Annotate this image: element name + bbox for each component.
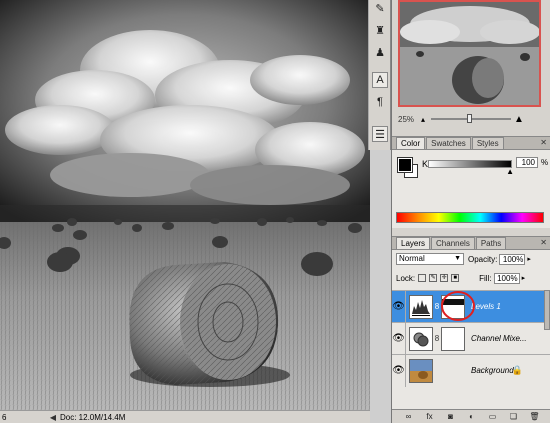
red-highlight-circle [441,291,475,321]
channel-mixer-graphic [410,327,432,350]
k-value-field[interactable]: 100 [516,157,538,168]
history-brush-icon[interactable]: ♟ [372,44,388,60]
layer-name[interactable]: Background [471,366,514,375]
chevron-down-icon: ▼ [454,255,461,262]
lock-icon: 🔒 [511,365,523,375]
status-bar: 6 ◀ Doc: 12.0M/14.4M [0,410,370,423]
layers-panel-tabs: Layers Channels Paths ✕ [392,236,550,250]
navigator-thumbnail[interactable] [398,0,541,107]
tool-strip: ✎ ♜ ♟ A ¶ ☰ [368,0,391,150]
k-unit: % [541,158,549,167]
tab-layers[interactable]: Layers [396,237,431,249]
tab-styles[interactable]: Styles [471,137,504,149]
layers-panel: Normal ▼ Opacity: 100% ▸ Lock: ✎ ✛ ■ Fil… [392,250,550,423]
slider-triangle-icon[interactable]: ▲ [506,167,514,176]
background-thumb-graphic [410,359,432,382]
doc-size: Doc: 12.0M/14.4M [60,412,126,422]
lock-pixels-icon[interactable]: ✎ [429,274,438,282]
lock-label: Lock: [396,273,416,283]
background-thumbnail [409,358,433,383]
zoom-readout[interactable]: 6 [0,413,14,422]
tab-color[interactable]: Color [396,137,426,149]
layer-style-icon[interactable]: fx [423,412,437,421]
navigator-bar: 25% ▴ ▲ [392,112,550,126]
layer-name[interactable]: Channel Mixe... [471,334,527,343]
fill-dropdown-icon[interactable]: ▸ [522,274,526,282]
foreground-color-swatch[interactable] [397,157,413,173]
paragraph-icon[interactable]: ¶ [372,94,388,110]
fill-label: Fill: [479,273,492,283]
color-panel-tabs: Color Swatches Styles ✕ [392,136,550,150]
new-layer-icon[interactable]: ❏ [507,412,521,421]
right-panel-dock: 25% ▴ ▲ Color Swatches Styles ✕ K ▲ 100 … [391,0,550,423]
layers-panel-menu-icon[interactable]: ✕ [540,238,547,247]
visibility-eye-icon[interactable]: 👁 [392,322,406,355]
fill-field[interactable]: 100% [493,272,520,284]
type-tool-icon[interactable]: A [372,72,388,88]
brush-icon[interactable]: ✎ [372,0,388,16]
opacity-dropdown-icon[interactable]: ▸ [527,255,531,263]
lock-all-icon[interactable]: ■ [451,274,460,282]
k-slider[interactable]: ▲ [428,160,514,176]
color-spectrum-bar[interactable] [396,212,544,223]
zoom-in-icon[interactable]: ▲ [514,114,524,125]
opacity-label: Opacity: [468,254,498,264]
document-canvas[interactable] [0,0,370,410]
blend-opacity-row: Normal ▼ Opacity: 100% ▸ [392,252,550,266]
zoom-slider[interactable] [431,114,511,123]
layer-row-background[interactable]: 👁 Background 🔒 [392,354,550,387]
opacity-field[interactable]: 100% [499,253,526,265]
tab-paths[interactable]: Paths [475,237,507,249]
add-mask-icon[interactable]: ◙ [444,412,458,421]
navigator-zoom[interactable]: 25% [392,115,418,124]
levels-adjustment-icon [409,294,433,319]
tab-swatches[interactable]: Swatches [426,137,471,149]
hay-bale-photo [0,0,370,410]
zoom-slider-knob[interactable] [467,114,472,123]
tab-channels[interactable]: Channels [431,237,475,249]
delete-layer-icon[interactable]: 🗑 [528,412,542,421]
zoom-out-icon[interactable]: ▴ [418,115,428,124]
adjustment-layer-icon[interactable]: ◐ [465,412,479,421]
blend-mode-value: Normal [399,254,425,263]
layer-row-channel-mixer[interactable]: 👁 8 Channel Mixe... [392,322,550,355]
new-group-icon[interactable]: ▭ [486,412,500,421]
link-chain-icon[interactable]: 8 [433,334,441,343]
visibility-eye-icon[interactable]: 👁 [392,290,406,323]
status-arrow-icon[interactable]: ◀ [14,413,60,422]
stamp-icon[interactable]: ♜ [372,22,388,38]
layer-mask-thumbnail[interactable] [441,326,465,351]
layers-scrollbar[interactable] [544,290,550,330]
lock-position-icon[interactable]: ✛ [440,274,449,282]
navigator-preview [400,2,539,105]
layers-bottom-bar: ∞ fx ◙ ◐ ▭ ❏ 🗑 [392,409,550,423]
notes-icon[interactable]: ☰ [372,126,388,142]
color-panel: K ▲ 100 % [392,150,550,228]
link-layers-icon[interactable]: ∞ [402,412,416,421]
channel-mixer-adjustment-icon [409,326,433,351]
layer-row-levels[interactable]: 👁 8 Levels 1 [392,290,550,323]
panel-menu-icon[interactable]: ✕ [540,138,547,147]
lock-fill-row: Lock: ✎ ✛ ■ Fill: 100% ▸ [392,271,550,285]
visibility-eye-icon[interactable]: 👁 [392,354,406,387]
lock-transparency-icon[interactable] [418,274,427,282]
photoshop-window: 6 ◀ Doc: 12.0M/14.4M ✎ ♜ ♟ A ¶ ☰ 25% ▴ ▲… [0,0,550,423]
histogram-graphic [410,295,432,318]
blend-mode-select[interactable]: Normal ▼ [396,253,464,265]
